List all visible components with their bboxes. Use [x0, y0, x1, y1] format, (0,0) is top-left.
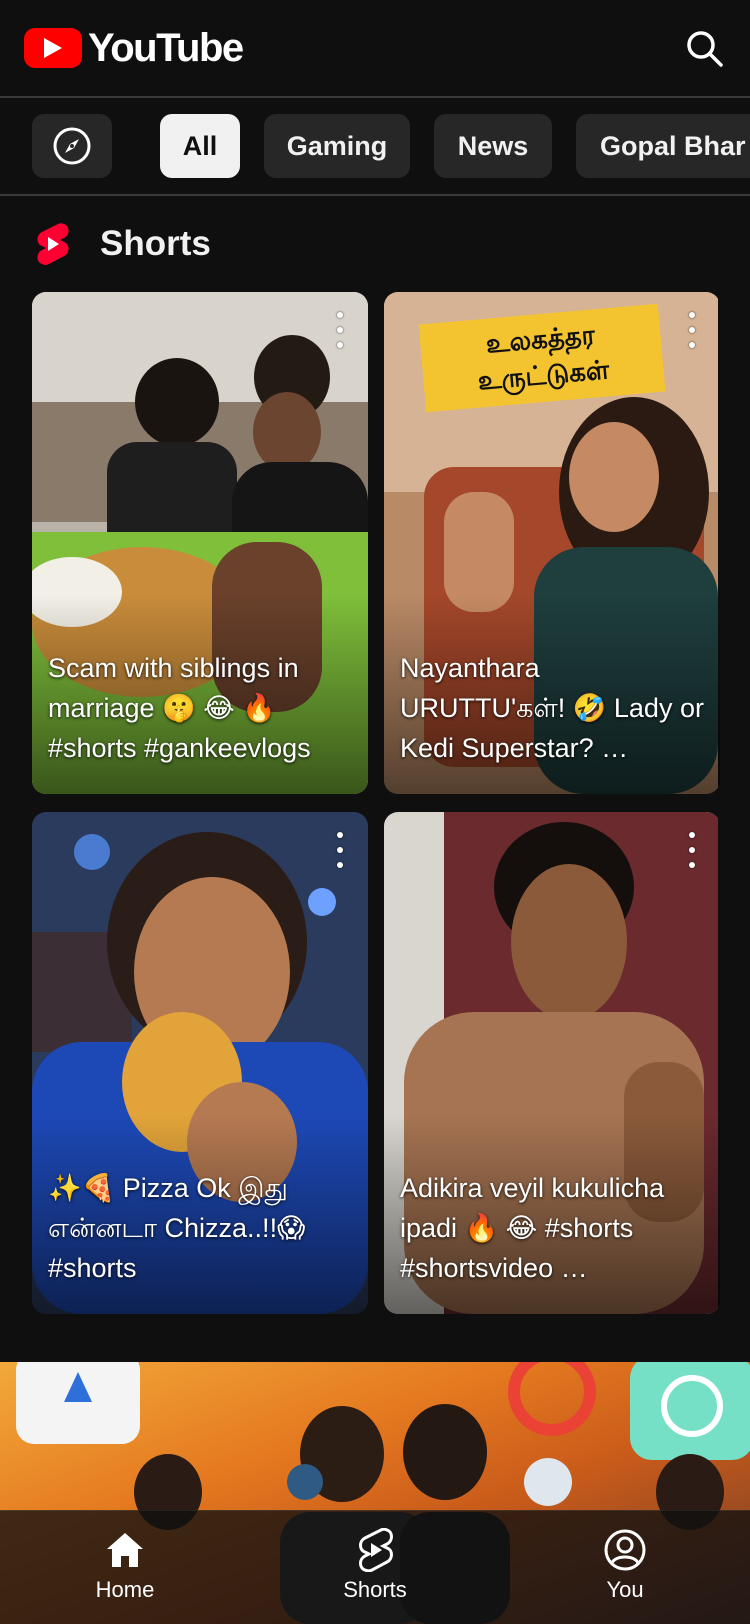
nav-label: Shorts: [343, 1577, 407, 1602]
filter-chips-bar: All Gaming News Gopal Bhar: [0, 98, 750, 194]
nav-you[interactable]: You: [545, 1511, 705, 1624]
more-vert-icon[interactable]: [330, 832, 350, 868]
account-icon: [602, 1527, 648, 1573]
youtube-logo[interactable]: YouTube: [24, 26, 244, 70]
explore-chip[interactable]: [32, 114, 112, 178]
more-vert-icon[interactable]: [682, 312, 702, 348]
shorts-section-header: Shorts: [34, 218, 211, 270]
short-title: ✨🍕 Pizza Ok இது என்னடா Chizza..!!😱 #shor…: [48, 1173, 306, 1283]
chip-gaming[interactable]: Gaming: [264, 114, 410, 178]
shorts-section-title: Shorts: [100, 224, 211, 263]
more-vert-icon[interactable]: [330, 312, 350, 348]
nav-label: Home: [95, 1577, 155, 1602]
chip-gopal-bhar[interactable]: Gopal Bhar: [576, 114, 750, 178]
logo-text: YouTube: [88, 26, 244, 70]
shorts-icon: [352, 1527, 398, 1573]
more-vert-icon[interactable]: [682, 832, 702, 868]
compass-icon: [53, 127, 91, 165]
home-icon: [102, 1527, 148, 1573]
nav-home[interactable]: Home: [45, 1511, 205, 1624]
short-title: Scam with siblings in marriage 🤫 😂 🔥 #sh…: [48, 653, 311, 763]
short-title: Nayanthara URUTTU'கள்! 🤣 Lady or Kedi Su…: [400, 653, 704, 763]
youtube-play-icon: [24, 28, 82, 68]
nav-shorts[interactable]: Shorts: [295, 1511, 455, 1624]
shorts-logo-icon: [37, 223, 69, 265]
short-card[interactable]: ✨🍕 Pizza Ok இது என்னடா Chizza..!!😱 #shor…: [32, 812, 368, 1314]
chips-divider: [0, 194, 750, 196]
chip-news[interactable]: News: [434, 114, 552, 178]
search-icon: [687, 31, 723, 67]
short-title: Adikira veyil kukulicha ipadi 🔥 😂 #short…: [400, 1173, 665, 1283]
short-card[interactable]: உலகத்தர உருட்டுகள் Nayanthara URUTTU'கள்…: [384, 292, 720, 794]
bottom-navigation: Home Shorts You: [0, 1510, 750, 1624]
chip-all[interactable]: All: [160, 114, 240, 178]
nav-label: You: [606, 1577, 644, 1602]
search-button[interactable]: [682, 26, 726, 70]
short-card[interactable]: Adikira veyil kukulicha ipadi 🔥 😂 #short…: [384, 812, 720, 1314]
short-card[interactable]: Scam with siblings in marriage 🤫 😂 🔥 #sh…: [32, 292, 368, 794]
top-app-bar: YouTube: [0, 0, 750, 96]
